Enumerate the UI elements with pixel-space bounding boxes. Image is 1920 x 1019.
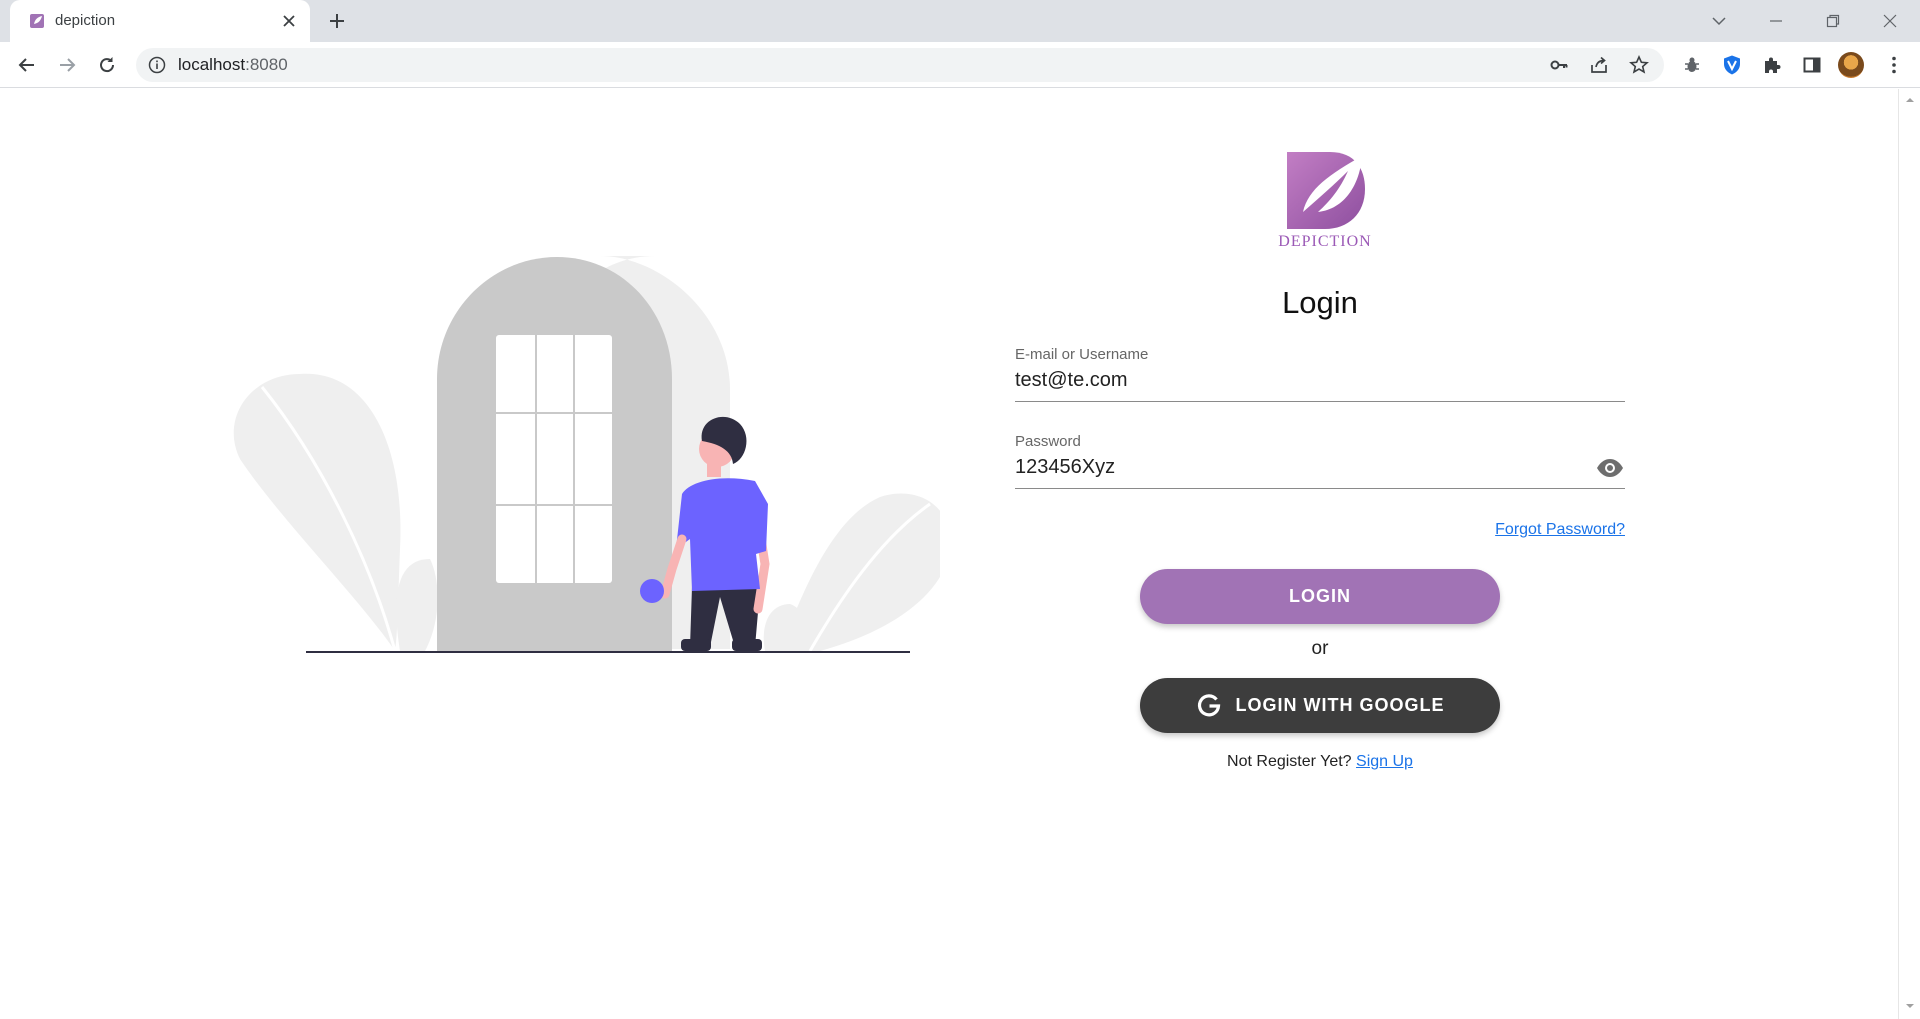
page-content: DEPICTION Login E-mail or Username Passw… — [0, 89, 1898, 1019]
eye-icon[interactable] — [1595, 455, 1625, 481]
signup-prompt: Not Register Yet? — [1227, 753, 1352, 770]
email-field: E-mail or Username — [1015, 346, 1625, 402]
bookmark-star-icon[interactable] — [1628, 54, 1650, 76]
kebab-menu-icon[interactable] — [1880, 51, 1908, 79]
email-label: E-mail or Username — [1015, 346, 1149, 363]
url-text[interactable]: localhost:8080 — [178, 55, 288, 75]
or-separator: or — [1311, 638, 1329, 659]
browser-tab[interactable]: depiction — [10, 0, 310, 42]
new-tab-icon[interactable] — [325, 9, 349, 33]
profile-avatar[interactable] — [1838, 52, 1864, 78]
restore-icon[interactable] — [1820, 8, 1846, 34]
info-icon[interactable] — [148, 56, 166, 74]
browser-toolbar: localhost:8080 — [0, 42, 1920, 88]
depiction-logo: DEPICTION — [1270, 149, 1380, 259]
side-panel-icon[interactable] — [1798, 51, 1826, 79]
forgot-password-link[interactable]: Forgot Password? — [1495, 521, 1625, 539]
page-scrollbar[interactable] — [1898, 89, 1920, 1019]
password-label: Password — [1015, 433, 1081, 450]
back-arrow-icon[interactable] — [13, 51, 41, 79]
password-input[interactable] — [1015, 453, 1575, 481]
tab-search-chevron-down-icon[interactable] — [1706, 8, 1732, 34]
login-button-label: LOGIN — [1289, 586, 1351, 606]
address-bar[interactable]: localhost:8080 — [136, 48, 1664, 82]
extensions-puzzle-icon[interactable] — [1758, 51, 1786, 79]
depiction-leaf-logo-icon — [1287, 152, 1365, 229]
reload-icon[interactable] — [93, 51, 121, 79]
login-button[interactable]: LOGIN — [1140, 569, 1500, 624]
tab-title: depiction — [55, 12, 116, 29]
key-icon[interactable] — [1548, 54, 1570, 76]
forward-arrow-icon[interactable] — [53, 51, 81, 79]
close-window-icon[interactable] — [1877, 8, 1903, 34]
sign-up-link[interactable]: Sign Up — [1356, 753, 1413, 770]
google-login-button[interactable]: LOGIN WITH GOOGLE — [1140, 678, 1500, 733]
google-login-button-label: LOGIN WITH GOOGLE — [1235, 695, 1445, 715]
signup-row: Not Register Yet? Sign Up — [1015, 753, 1625, 771]
password-field: Password — [1015, 433, 1625, 489]
minimize-icon[interactable] — [1763, 8, 1789, 34]
depiction-favicon-icon — [30, 14, 44, 28]
email-input[interactable] — [1015, 366, 1575, 394]
shield-extension-icon[interactable] — [1718, 51, 1746, 79]
tab-close-icon[interactable] — [278, 10, 300, 32]
bug-extension-icon[interactable] — [1678, 51, 1706, 79]
person-at-door-illustration — [233, 256, 940, 653]
scroll-up-arrow-icon[interactable] — [1905, 95, 1915, 105]
scroll-down-arrow-icon[interactable] — [1905, 1001, 1915, 1011]
page-title: Login — [1282, 285, 1358, 320]
tab-strip: depiction — [0, 0, 1920, 42]
google-g-icon — [1197, 693, 1220, 716]
share-icon[interactable] — [1588, 54, 1610, 76]
login-panel: DEPICTION Login E-mail or Username Passw… — [1015, 149, 1625, 869]
logo-text: DEPICTION — [1278, 233, 1372, 250]
